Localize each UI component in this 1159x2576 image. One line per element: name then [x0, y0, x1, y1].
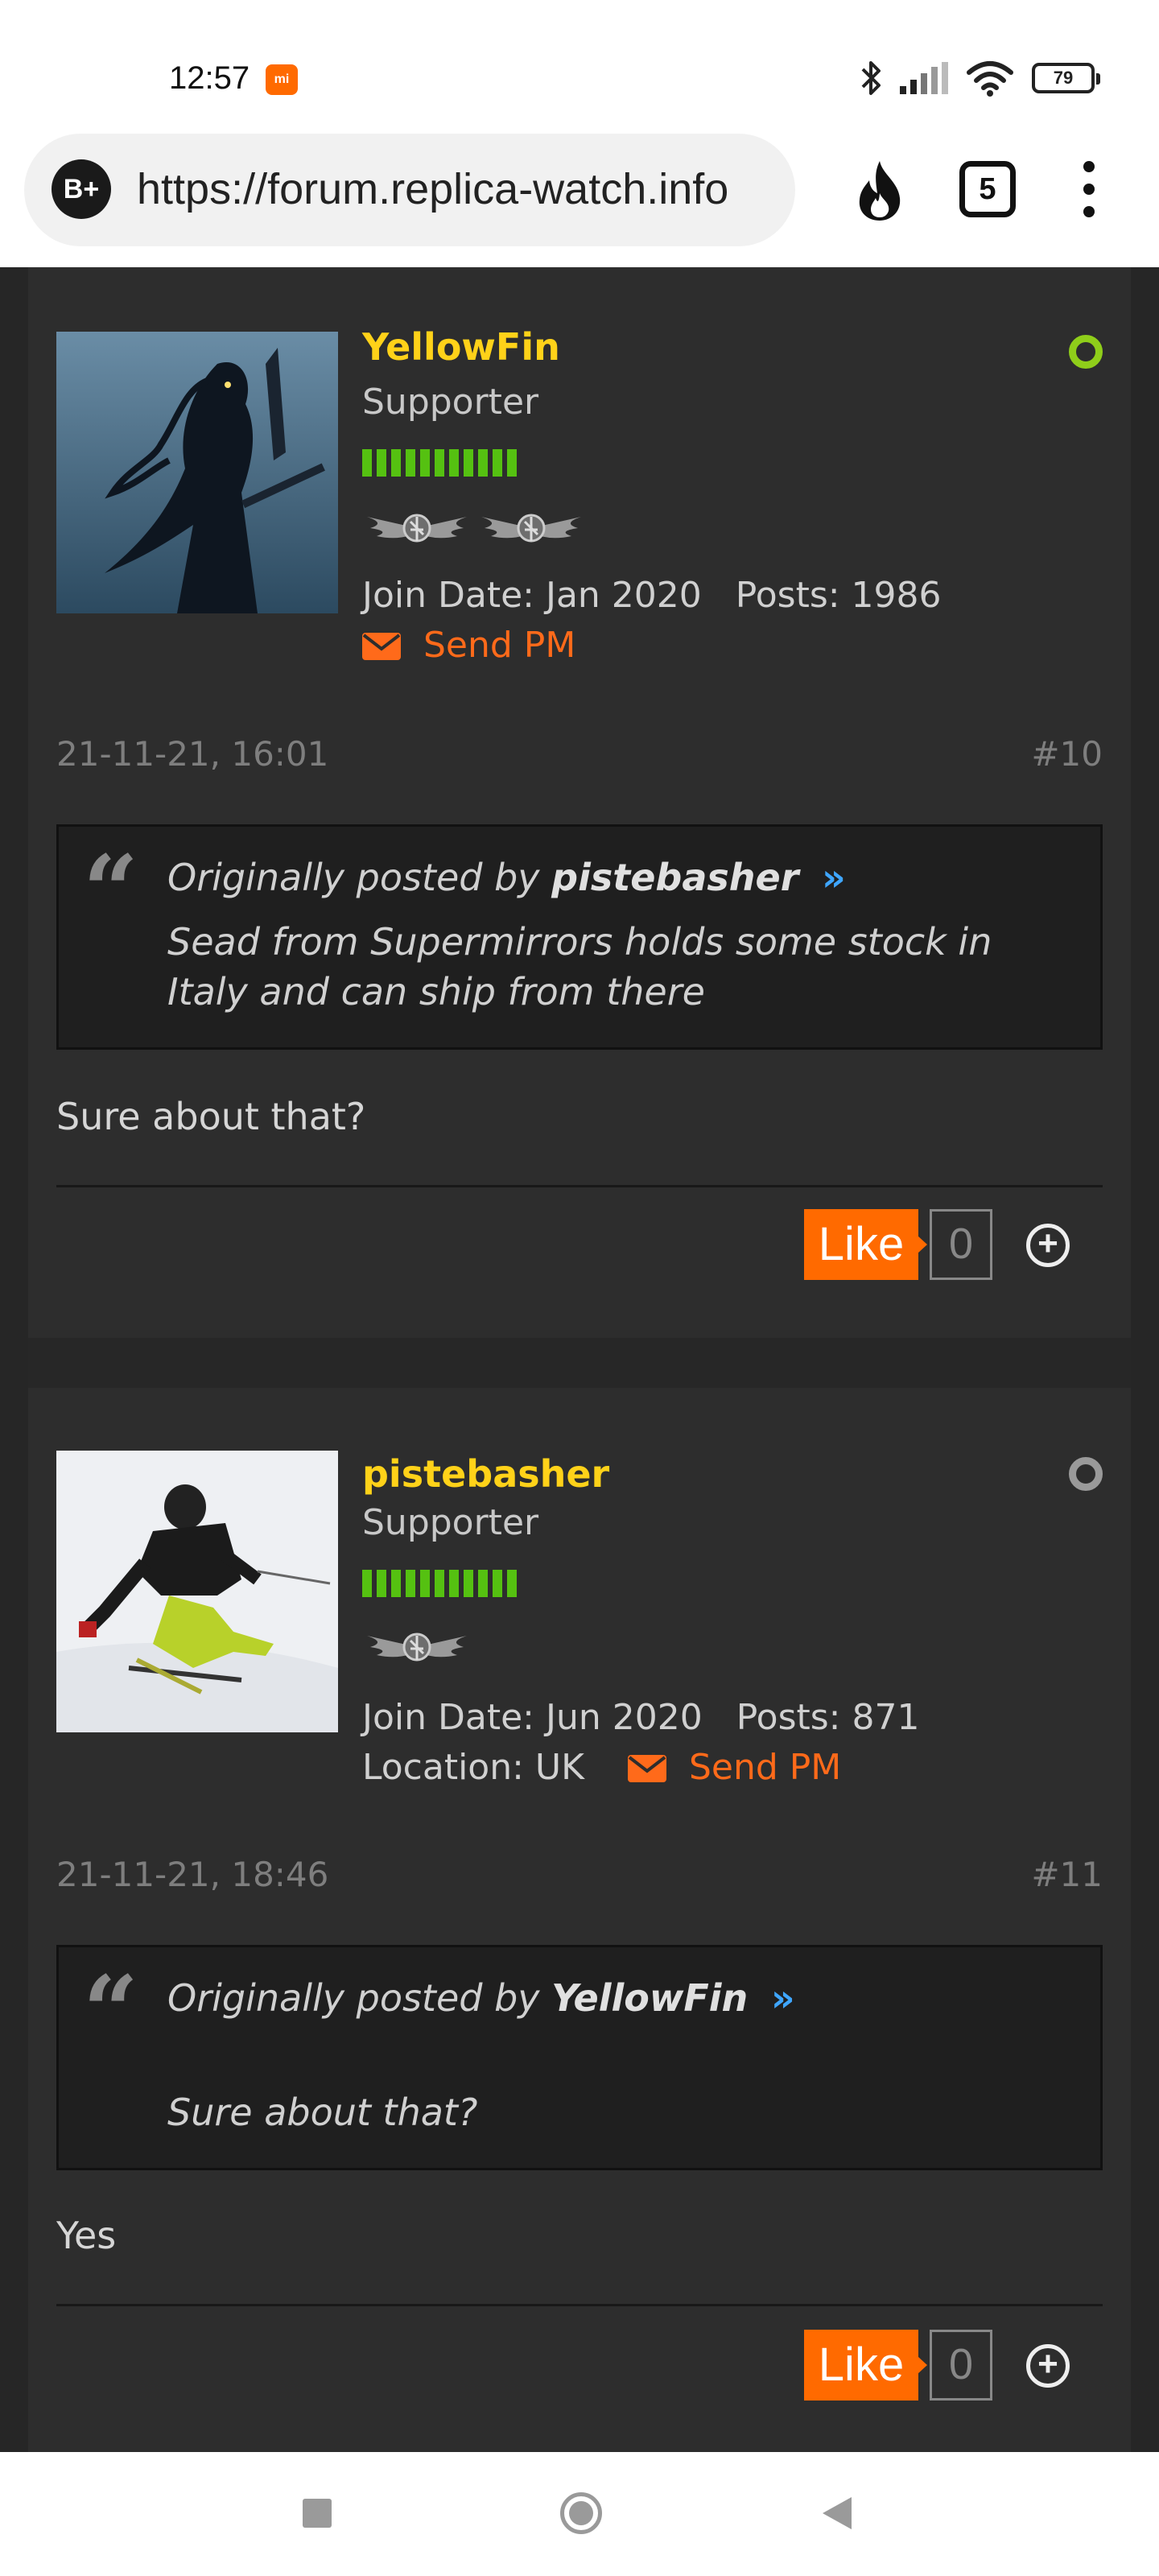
envelope-icon — [627, 1755, 666, 1782]
view-post-arrow-icon[interactable]: » — [822, 856, 846, 899]
award-badges — [362, 506, 586, 551]
post-card: YellowFin Supporter Join Date: Jan 2020 P… — [28, 267, 1131, 1338]
avatar[interactable] — [56, 332, 338, 613]
signal-icon — [900, 62, 948, 94]
quote-author[interactable]: YellowFin — [551, 1976, 748, 2020]
fire-icon[interactable] — [850, 158, 909, 222]
post-message: Yes — [56, 2214, 117, 2257]
mi-notification-icon: mi — [266, 64, 298, 95]
quote-text: Sure about that? — [167, 2091, 478, 2134]
quote-block: “ Originally posted by pistebasher » Sea… — [56, 824, 1103, 1050]
recents-icon[interactable] — [303, 2499, 332, 2528]
user-meta-line-2: Location: UK Send PM — [362, 1747, 841, 1788]
home-icon[interactable] — [560, 2492, 602, 2534]
wings-badge-icon — [367, 1633, 467, 1662]
send-pm-link[interactable]: Send PM — [362, 625, 575, 666]
username[interactable]: pistebasher — [362, 1452, 609, 1496]
bluetooth-icon — [861, 61, 881, 95]
send-pm-label: Send PM — [688, 1747, 842, 1788]
wifi-icon — [967, 61, 1013, 97]
battery-indicator: 79 — [1032, 63, 1100, 93]
post-number[interactable]: #11 — [1031, 1855, 1103, 1894]
like-count: 0 — [930, 2330, 992, 2401]
wings-badge-icon — [481, 514, 581, 543]
quote-author[interactable]: pistebasher — [551, 856, 798, 899]
page-edge-right — [1131, 267, 1159, 2452]
online-status-icon — [1069, 335, 1103, 369]
quote-block: “ Originally posted by YellowFin » Sure … — [56, 1945, 1103, 2170]
post-card: pistebasher Supporter Join Date: Jun 202… — [28, 1388, 1131, 2452]
wings-badge-icon — [367, 514, 467, 543]
reputation-bar — [362, 1570, 517, 1597]
post-separator — [28, 1338, 1131, 1388]
offline-status-icon — [1069, 1457, 1103, 1491]
avatar[interactable] — [56, 1451, 338, 1732]
divider — [56, 1185, 1103, 1187]
site-icon[interactable]: B+ — [52, 159, 111, 219]
divider — [56, 2304, 1103, 2306]
user-location: Location: UK — [362, 1747, 584, 1788]
post-date: 21-11-21, 18:46 — [56, 1855, 329, 1894]
quote-prefix: Originally posted by — [167, 856, 540, 899]
quote-header: Originally posted by pistebasher » — [167, 856, 846, 899]
like-button[interactable]: Like — [804, 2330, 927, 2401]
like-button[interactable]: Like — [804, 1209, 927, 1280]
quote-icon: “ — [83, 834, 139, 947]
status-icons: 79 — [861, 58, 1100, 98]
url-text[interactable]: https://forum.replica-watch.info — [137, 161, 781, 217]
tabs-count-button[interactable]: 5 — [959, 161, 1016, 217]
post-number[interactable]: #10 — [1031, 734, 1103, 774]
quote-text: Sead from Supermirrors holds some stock … — [167, 920, 992, 1013]
page-edge-left — [0, 267, 28, 2452]
plus-circle-icon[interactable]: + — [1026, 2344, 1070, 2388]
avatar-image — [56, 1451, 338, 1732]
back-icon[interactable] — [823, 2497, 852, 2529]
post-count: Posts: 1986 — [735, 575, 942, 616]
post-message: Sure about that? — [56, 1095, 366, 1138]
user-rank: Supporter — [362, 382, 539, 423]
username[interactable]: YellowFin — [362, 325, 560, 369]
join-date: Join Date: Jun 2020 — [362, 1697, 703, 1738]
user-meta: Join Date: Jan 2020 Posts: 1986 — [362, 575, 942, 616]
plus-circle-icon[interactable]: + — [1026, 1224, 1070, 1267]
user-rank: Supporter — [362, 1502, 539, 1543]
send-pm-label: Send PM — [423, 625, 576, 666]
join-date: Join Date: Jan 2020 — [362, 575, 702, 616]
more-vertical-icon[interactable] — [1077, 161, 1101, 217]
envelope-icon — [362, 633, 401, 660]
send-pm-link[interactable]: Send PM — [627, 1747, 842, 1788]
like-count: 0 — [930, 1209, 992, 1280]
view-post-arrow-icon[interactable]: » — [771, 1976, 795, 2020]
award-badges — [362, 1624, 472, 1670]
avatar-image — [56, 332, 338, 613]
user-meta: Join Date: Jun 2020 Posts: 871 — [362, 1697, 919, 1738]
quote-header: Originally posted by YellowFin » — [167, 1976, 795, 2020]
post-date: 21-11-21, 16:01 — [56, 734, 329, 774]
post-count: Posts: 871 — [736, 1697, 920, 1738]
status-time: 12:57 — [169, 60, 250, 96]
reputation-bar — [362, 449, 517, 477]
quote-prefix: Originally posted by — [167, 1976, 540, 2020]
quote-icon: “ — [83, 1955, 139, 2068]
